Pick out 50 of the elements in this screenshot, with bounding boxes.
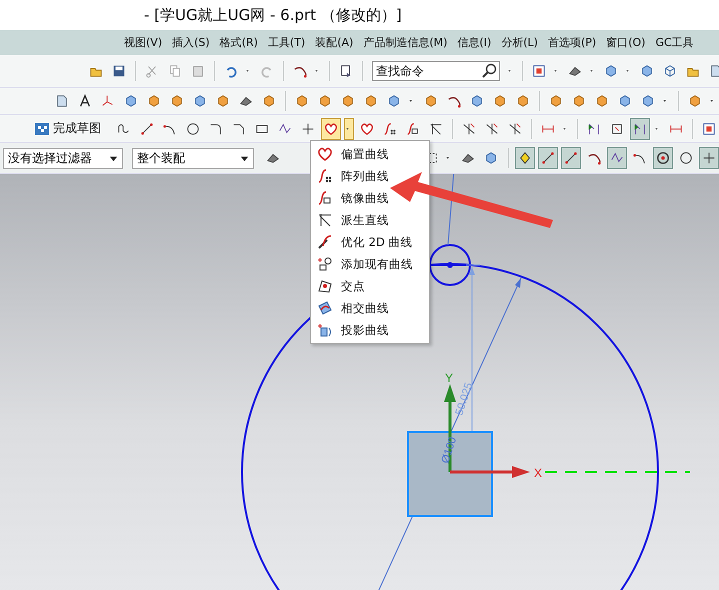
- offset-curve-icon[interactable]: [321, 118, 341, 140]
- filter-dropdown[interactable]: 整个装配: [132, 148, 254, 168]
- snap-point-icon[interactable]: [514, 147, 535, 169]
- menu-item[interactable]: 信息(I): [457, 35, 492, 50]
- x-axis-label: X: [534, 466, 542, 480]
- checkered-flag-icon: [34, 120, 50, 136]
- small-circle: [429, 244, 471, 286]
- dimension-label: 50.025: [453, 381, 476, 417]
- menu-item[interactable]: 镜像曲线: [311, 187, 429, 209]
- caret-icon: [240, 154, 250, 162]
- menu-item[interactable]: 优化 2D 曲线: [311, 231, 429, 253]
- menu-item[interactable]: 首选项(P): [548, 35, 596, 50]
- dimension-label: Ø100: [439, 436, 460, 465]
- pattern-curve-icon: [317, 168, 333, 184]
- polyline-icon[interactable]: [606, 147, 627, 169]
- menu-item[interactable]: 投影曲线: [311, 319, 429, 341]
- menu-item[interactable]: 视图(V): [124, 35, 162, 50]
- window-title: - [学UG就上UG网 - 6.prt （修改的）]: [144, 6, 402, 24]
- menu-item[interactable]: GC工具: [655, 35, 694, 50]
- menu-item[interactable]: 派生直线: [311, 209, 429, 231]
- menu-item[interactable]: 窗口(O): [606, 35, 646, 50]
- menu-item[interactable]: 格式(R): [220, 35, 258, 50]
- intersection-point-icon: [317, 278, 333, 294]
- menu-item[interactable]: 添加现有曲线: [311, 253, 429, 275]
- intersect-curve-icon: [317, 300, 333, 316]
- menu-item[interactable]: 相交曲线: [311, 297, 429, 319]
- filter-dropdown[interactable]: 没有选择过滤器: [3, 148, 123, 168]
- search-icon: [481, 63, 497, 79]
- mirror-curve-icon: [317, 190, 333, 206]
- menu-item[interactable]: 阵列曲线: [311, 165, 429, 187]
- menu-item[interactable]: 交点: [311, 275, 429, 297]
- plus-icon[interactable]: [699, 147, 719, 169]
- derived-line-icon: [317, 212, 333, 228]
- constraint-icon[interactable]: [630, 118, 650, 140]
- target-icon[interactable]: [652, 147, 673, 169]
- project-curve-icon: [317, 322, 333, 338]
- menu-item[interactable]: 产品制造信息(M): [363, 35, 448, 50]
- search-field[interactable]: 查找命令: [372, 61, 500, 81]
- y-axis-label: Y: [445, 371, 454, 385]
- offset-curve-icon: [317, 146, 333, 162]
- construction-line: [448, 174, 456, 246]
- wand-icon: [317, 234, 333, 250]
- menu-item[interactable]: 分析(L): [501, 35, 538, 50]
- finish-sketch-button[interactable]: 完成草图: [30, 118, 105, 139]
- caret-icon: [108, 154, 118, 162]
- add-curve-icon: [317, 256, 333, 272]
- menu-item[interactable]: 装配(A): [315, 35, 354, 50]
- menu-item[interactable]: 偏置曲线: [311, 143, 429, 165]
- menu-item[interactable]: 工具(T): [268, 35, 306, 50]
- menu-item[interactable]: 插入(S): [172, 35, 210, 50]
